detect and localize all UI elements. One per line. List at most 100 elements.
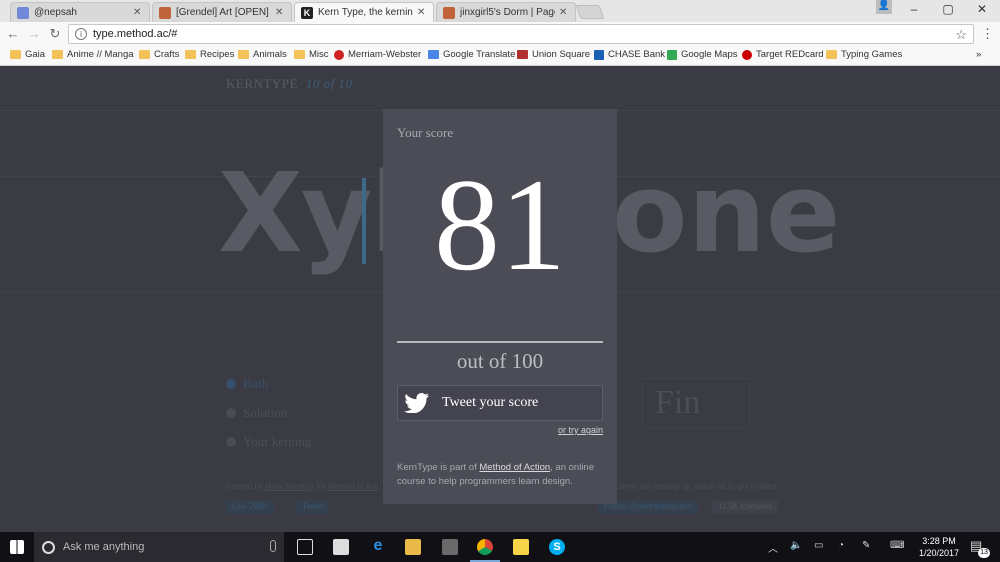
score-modal: Your score 81 out of 100 Tweet your scor…	[383, 109, 617, 504]
twitter-bird-icon	[404, 393, 429, 413]
radio-icon	[226, 408, 236, 418]
credits: Crafted by Mark MacKay for Method of Act…	[226, 482, 379, 491]
address-bar[interactable]: i type.method.ac/# ☆	[68, 24, 974, 44]
sticky-notes-icon[interactable]	[513, 539, 529, 555]
folder-icon	[139, 50, 150, 59]
system-clock[interactable]: 3:28 PM 1/20/2017	[915, 535, 963, 559]
bookmark-label: Gaia	[25, 49, 46, 60]
back-icon[interactable]: ←	[5, 26, 21, 41]
bookmark-google-translate[interactable]: Google Translate	[428, 49, 515, 60]
tweet-score-button[interactable]: Tweet your score	[397, 385, 603, 421]
bookmark-crafts[interactable]: Crafts	[139, 49, 179, 60]
tab-discord[interactable]: @nepsah ✕	[10, 2, 150, 22]
close-icon[interactable]: ✕	[133, 7, 143, 18]
close-icon[interactable]: ✕	[275, 7, 285, 18]
try-again-link[interactable]: or try again	[558, 425, 603, 435]
forward-icon[interactable]: →	[26, 26, 42, 41]
cortana-icon	[42, 540, 55, 554]
author-link[interactable]: Mark MacKay	[265, 482, 314, 491]
bookmark-gaia[interactable]: Gaia	[10, 49, 45, 60]
chevron-up-icon[interactable]: ︿	[768, 540, 778, 555]
clock-date: 1/20/2017	[918, 548, 960, 558]
pen-icon[interactable]: ✎	[862, 540, 870, 551]
forum-icon	[159, 6, 171, 19]
windows-start-icon[interactable]	[10, 540, 24, 554]
option-solution[interactable]: Solution	[226, 405, 287, 421]
close-window-icon[interactable]: ✕	[972, 2, 992, 16]
method-of-action-link[interactable]: Method of Action	[479, 462, 550, 473]
bookmark-label: Anime // Manga	[67, 49, 134, 60]
bookmark-recipes[interactable]: Recipes	[185, 49, 234, 60]
bookmark-animals[interactable]: Animals	[238, 49, 287, 60]
brand-logo[interactable]: KERNTYPE	[226, 76, 298, 91]
bookmark-anime[interactable]: Anime // Manga	[52, 49, 134, 60]
clock-time: 3:28 PM	[922, 536, 956, 546]
score-label: Your score	[397, 125, 454, 140]
close-icon[interactable]: ✕	[417, 7, 427, 18]
minimize-icon[interactable]: –	[904, 2, 924, 16]
task-view-icon[interactable]	[297, 539, 313, 555]
bookmark-label: Target REDcard	[756, 49, 824, 60]
tweet-button[interactable]: Tweet	[296, 500, 330, 514]
game-app-icon[interactable]	[442, 539, 458, 555]
tab-label: jinxgirl5's Dorm | Page 2	[460, 7, 555, 18]
microphone-icon[interactable]	[270, 540, 276, 552]
option-label: Your kerning	[243, 434, 312, 449]
kerntype-header: KERNTYPE 10 of 10	[226, 76, 353, 92]
windows-taskbar: Ask me anything e S ︿ 🔈 ▭ ◔ ✎ ⌨ 3:28 PM …	[0, 532, 1000, 562]
tweet-score-label: Tweet your score	[442, 395, 539, 410]
radio-icon	[226, 379, 236, 389]
kerntype-page: KERNTYPE 10 of 10 Xyl one Both Solution Y…	[0, 66, 1000, 532]
kerning-word-right[interactable]: one	[612, 158, 841, 268]
tab-kerntype[interactable]: K Kern Type, the kerning g ✕	[294, 2, 434, 22]
menu-icon[interactable]: ⋮	[981, 26, 994, 42]
cortana-search-box[interactable]: Ask me anything	[34, 532, 284, 562]
newsletter-text: ames are coming up, follow us to get not…	[618, 482, 777, 491]
chrome-icon[interactable]	[477, 539, 493, 555]
bookmark-google-maps[interactable]: Google Maps	[667, 49, 738, 60]
chase-icon	[594, 49, 604, 60]
org-link[interactable]: Method of Acti	[328, 482, 379, 491]
letter-cursor	[362, 178, 366, 264]
url-text: type.method.ac/#	[93, 28, 178, 40]
kerning-word-left[interactable]: Xyl	[218, 158, 408, 268]
facebook-like-button[interactable]: Like 298K	[226, 500, 274, 514]
option-your-kerning[interactable]: Your kerning	[226, 434, 311, 450]
finish-button[interactable]: Fin	[642, 378, 750, 428]
folder-icon	[10, 50, 21, 59]
option-both[interactable]: Both	[226, 376, 268, 392]
tab-dorm[interactable]: jinxgirl5's Dorm | Page 2 ✕	[436, 2, 576, 22]
store-icon[interactable]	[333, 539, 349, 555]
option-label: Both	[243, 376, 269, 391]
score-divider	[397, 341, 603, 343]
bookmark-label: Crafts	[154, 49, 180, 60]
bookmark-typing-games[interactable]: Typing Games	[826, 49, 902, 60]
maximize-icon[interactable]: ▢	[938, 2, 958, 16]
keyboard-icon[interactable]: ⌨	[890, 540, 904, 551]
star-icon[interactable]: ☆	[955, 27, 967, 43]
more-bookmarks-icon[interactable]: »	[976, 49, 981, 60]
follower-count: 11.5K followers	[712, 500, 779, 514]
tab-strip: @nepsah ✕ [Grendel] Art [OPEN] | Pa ✕ K …	[0, 0, 1000, 22]
wifi-icon[interactable]: ◔	[838, 540, 844, 551]
bookmark-union-square[interactable]: Union Square	[517, 49, 590, 60]
bookmark-misc[interactable]: Misc	[294, 49, 329, 60]
tab-grendel[interactable]: [Grendel] Art [OPEN] | Pa ✕	[152, 2, 292, 22]
volume-icon[interactable]: 🔈	[790, 540, 802, 551]
file-explorer-icon[interactable]	[405, 539, 421, 555]
reload-icon[interactable]: ↻	[47, 26, 63, 42]
edge-icon[interactable]: e	[370, 538, 386, 554]
bookmark-target[interactable]: Target REDcard	[742, 49, 824, 60]
bookmark-chase[interactable]: CHASE Bank	[594, 49, 665, 60]
new-tab-button[interactable]	[575, 5, 605, 19]
profile-icon[interactable]: 👤	[876, 0, 892, 14]
radio-icon	[226, 437, 236, 447]
battery-icon[interactable]: ▭	[814, 540, 823, 551]
maps-icon	[667, 49, 677, 60]
bookmark-label: CHASE Bank	[608, 49, 666, 60]
bookmark-merriam-webster[interactable]: Merriam-Webster	[334, 49, 421, 60]
skype-icon[interactable]: S	[549, 539, 565, 555]
close-icon[interactable]: ✕	[559, 7, 569, 18]
info-icon[interactable]: i	[75, 28, 87, 40]
folder-icon	[238, 50, 249, 59]
